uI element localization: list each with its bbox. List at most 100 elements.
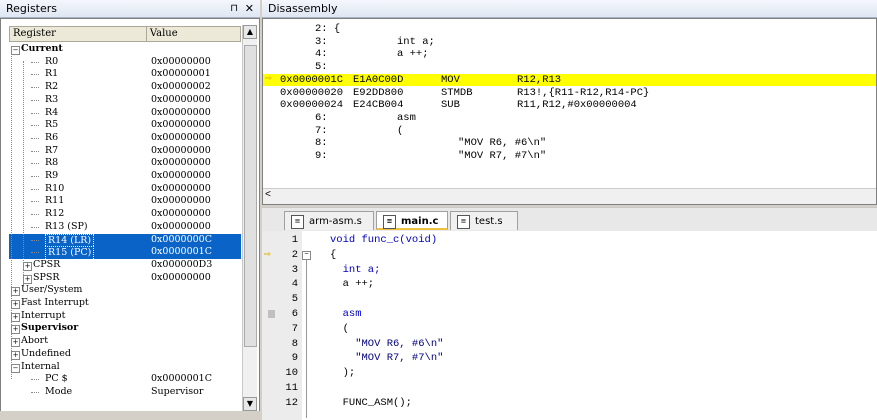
code-line[interactable]: 10 ); bbox=[262, 366, 877, 381]
disassembly-line[interactable]: 2: { bbox=[263, 23, 876, 36]
register-row[interactable]: R1 0x00000001 bbox=[9, 68, 241, 81]
register-row[interactable]: R7 0x00000000 bbox=[9, 145, 241, 158]
register-value[interactable]: 0x00000000 bbox=[151, 183, 211, 196]
register-row[interactable]: R6 0x00000000 bbox=[9, 132, 241, 145]
tab-test-s[interactable]: ≡ test.s bbox=[450, 211, 518, 230]
expand-icon[interactable]: + bbox=[11, 312, 20, 322]
register-row[interactable]: + Abort bbox=[9, 335, 241, 348]
register-value[interactable]: 0x00000001 bbox=[151, 68, 211, 81]
registers-bottom-tabs bbox=[0, 411, 260, 420]
disassembly-line[interactable]: 0x00000020 E92DD800 STMDB R13!,{R11-R12,R14… bbox=[263, 87, 876, 100]
column-register[interactable]: Register bbox=[10, 27, 147, 41]
register-row[interactable]: R0 0x00000000 bbox=[9, 56, 241, 69]
tab-main-c[interactable]: ≡ main.c bbox=[376, 211, 448, 230]
register-value[interactable]: 0x00000000 bbox=[151, 195, 211, 208]
code-line[interactable]: 9 "MOV R7, #7\n" bbox=[262, 351, 877, 366]
register-row[interactable]: R4 0x00000000 bbox=[9, 107, 241, 120]
register-row[interactable]: R2 0x00000002 bbox=[9, 81, 241, 94]
register-row[interactable]: − Internal bbox=[9, 361, 241, 374]
register-row[interactable]: R11 0x00000000 bbox=[9, 195, 241, 208]
breakpoint-marker-icon[interactable] bbox=[268, 310, 275, 318]
disassembly-line[interactable]: 0x00000024 E24CB004 SUB R11,R12,#0x00000004 bbox=[263, 99, 876, 112]
code-line[interactable]: 2 {⇨ − bbox=[262, 248, 877, 263]
code-line[interactable]: 12 FUNC_ASM(); bbox=[262, 396, 877, 411]
code-line[interactable]: 7 ( bbox=[262, 322, 877, 337]
register-row[interactable]: + Supervisor bbox=[9, 322, 241, 335]
disassembly-line[interactable]: 3: int a; bbox=[263, 36, 876, 49]
current-instruction-line[interactable]: ⇨ 0x0000001C E1A0C00D MOV R12,R13 bbox=[263, 73, 876, 87]
code-editor[interactable]: 1 void func_c(void) 2{⇨ −3 int a; 4 a ++; 5 6 … bbox=[262, 231, 877, 420]
register-value[interactable]: 0x0000000C bbox=[151, 234, 212, 247]
expand-icon[interactable]: + bbox=[11, 287, 20, 297]
expand-icon[interactable]: + bbox=[11, 325, 20, 335]
register-row[interactable]: + User/System bbox=[9, 284, 241, 297]
register-value[interactable]: 0x00000000 bbox=[151, 170, 211, 183]
scroll-left-icon[interactable]: < bbox=[265, 190, 271, 201]
pin-icon[interactable]: ⊓ bbox=[230, 0, 238, 18]
expand-icon[interactable]: + bbox=[23, 274, 32, 284]
register-row[interactable]: + Undefined bbox=[9, 348, 241, 361]
code-line[interactable]: 5 bbox=[262, 292, 877, 307]
code-line[interactable]: 6 asm bbox=[262, 307, 877, 322]
register-row[interactable]: R9 0x00000000 bbox=[9, 170, 241, 183]
scroll-up-icon[interactable]: ▲ bbox=[243, 25, 257, 39]
expand-icon[interactable]: + bbox=[11, 350, 20, 360]
register-value[interactable]: 0x00000002 bbox=[151, 81, 211, 94]
register-value[interactable]: Supervisor bbox=[151, 386, 203, 399]
code-line[interactable]: 3 int a; bbox=[262, 263, 877, 278]
scrollbar-thumb[interactable] bbox=[244, 45, 257, 347]
register-value[interactable]: 0x00000000 bbox=[151, 56, 211, 69]
register-row[interactable]: + Interrupt bbox=[9, 310, 241, 323]
register-value[interactable]: 0x00000000 bbox=[151, 145, 211, 158]
register-row[interactable]: R12 0x00000000 bbox=[9, 208, 241, 221]
fold-icon[interactable]: − bbox=[302, 250, 311, 260]
collapse-icon[interactable]: − bbox=[11, 363, 20, 373]
code-line[interactable]: 4 a ++; bbox=[262, 277, 877, 292]
register-row[interactable]: − Current bbox=[9, 43, 241, 56]
register-value[interactable]: 0x00000000 bbox=[151, 157, 211, 170]
disassembly-line[interactable]: 6: asm bbox=[263, 112, 876, 125]
scroll-down-icon[interactable]: ▼ bbox=[243, 397, 257, 411]
register-value[interactable]: 0x00000000 bbox=[151, 208, 211, 221]
line-number: 8 bbox=[291, 337, 298, 350]
register-row[interactable]: R15 (PC) 0x0000001C bbox=[9, 246, 241, 261]
register-row[interactable]: + SPSR 0x00000000 bbox=[9, 272, 241, 285]
register-row[interactable]: R14 (LR) 0x0000000C bbox=[9, 233, 241, 249]
disassembly-line[interactable]: 5: bbox=[263, 61, 876, 74]
register-row[interactable]: R8 0x00000000 bbox=[9, 157, 241, 170]
register-row[interactable]: + CPSR 0x000000D3 bbox=[9, 259, 241, 272]
register-value[interactable]: 0x00000000 bbox=[151, 107, 211, 120]
tab-arm-asm[interactable]: ≡ arm-asm.s bbox=[284, 211, 374, 230]
register-value[interactable]: 0x00000000 bbox=[151, 132, 211, 145]
column-value[interactable]: Value bbox=[147, 27, 240, 41]
expand-icon[interactable]: + bbox=[23, 261, 32, 271]
register-value[interactable]: 0x00000000 bbox=[151, 221, 211, 234]
disassembly-hscrollbar[interactable]: < bbox=[263, 188, 876, 204]
register-value[interactable]: 0x000000D3 bbox=[151, 259, 212, 272]
code-line[interactable]: 11 bbox=[262, 381, 877, 396]
register-row[interactable]: R10 0x00000000 bbox=[9, 183, 241, 196]
register-row[interactable]: Mode Supervisor bbox=[9, 386, 241, 399]
register-row[interactable]: PC $ 0x0000001C bbox=[9, 373, 241, 386]
register-value[interactable]: 0x00000000 bbox=[151, 94, 211, 107]
register-value[interactable]: 0x00000000 bbox=[151, 272, 211, 285]
registers-scrollbar[interactable]: ▲ ▼ bbox=[242, 25, 257, 411]
register-value[interactable]: 0x0000001C bbox=[151, 246, 212, 259]
register-row[interactable]: + Fast Interrupt bbox=[9, 297, 241, 310]
disassembly-line[interactable]: 8: "MOV R6, #6\n" bbox=[263, 137, 876, 150]
register-value[interactable]: 0x0000001C bbox=[151, 373, 212, 386]
register-row[interactable]: R13 (SP) 0x00000000 bbox=[9, 221, 241, 234]
expand-icon[interactable]: + bbox=[11, 300, 20, 309]
disassembly-line[interactable]: 7: ( bbox=[263, 125, 876, 138]
register-row[interactable]: R3 0x00000000 bbox=[9, 94, 241, 107]
expand-icon[interactable]: + bbox=[11, 338, 20, 348]
close-icon[interactable]: ✕ bbox=[245, 0, 254, 18]
register-value[interactable]: 0x00000000 bbox=[151, 119, 211, 132]
register-row[interactable]: R5 0x00000000 bbox=[9, 119, 241, 132]
disassembly-line[interactable]: 4: a ++; bbox=[263, 48, 876, 61]
collapse-icon[interactable]: − bbox=[11, 46, 20, 55]
disassembly-line[interactable]: 9: "MOV R7, #7\n" bbox=[263, 150, 876, 163]
disassembly-pane[interactable]: 2: {3: int a; 4: a ++; 5: ⇨ 0x0000001C E1A0C00D… bbox=[262, 18, 877, 205]
code-line[interactable]: 1 void func_c(void) bbox=[262, 233, 877, 248]
code-line[interactable]: 8 "MOV R6, #6\n" bbox=[262, 337, 877, 352]
